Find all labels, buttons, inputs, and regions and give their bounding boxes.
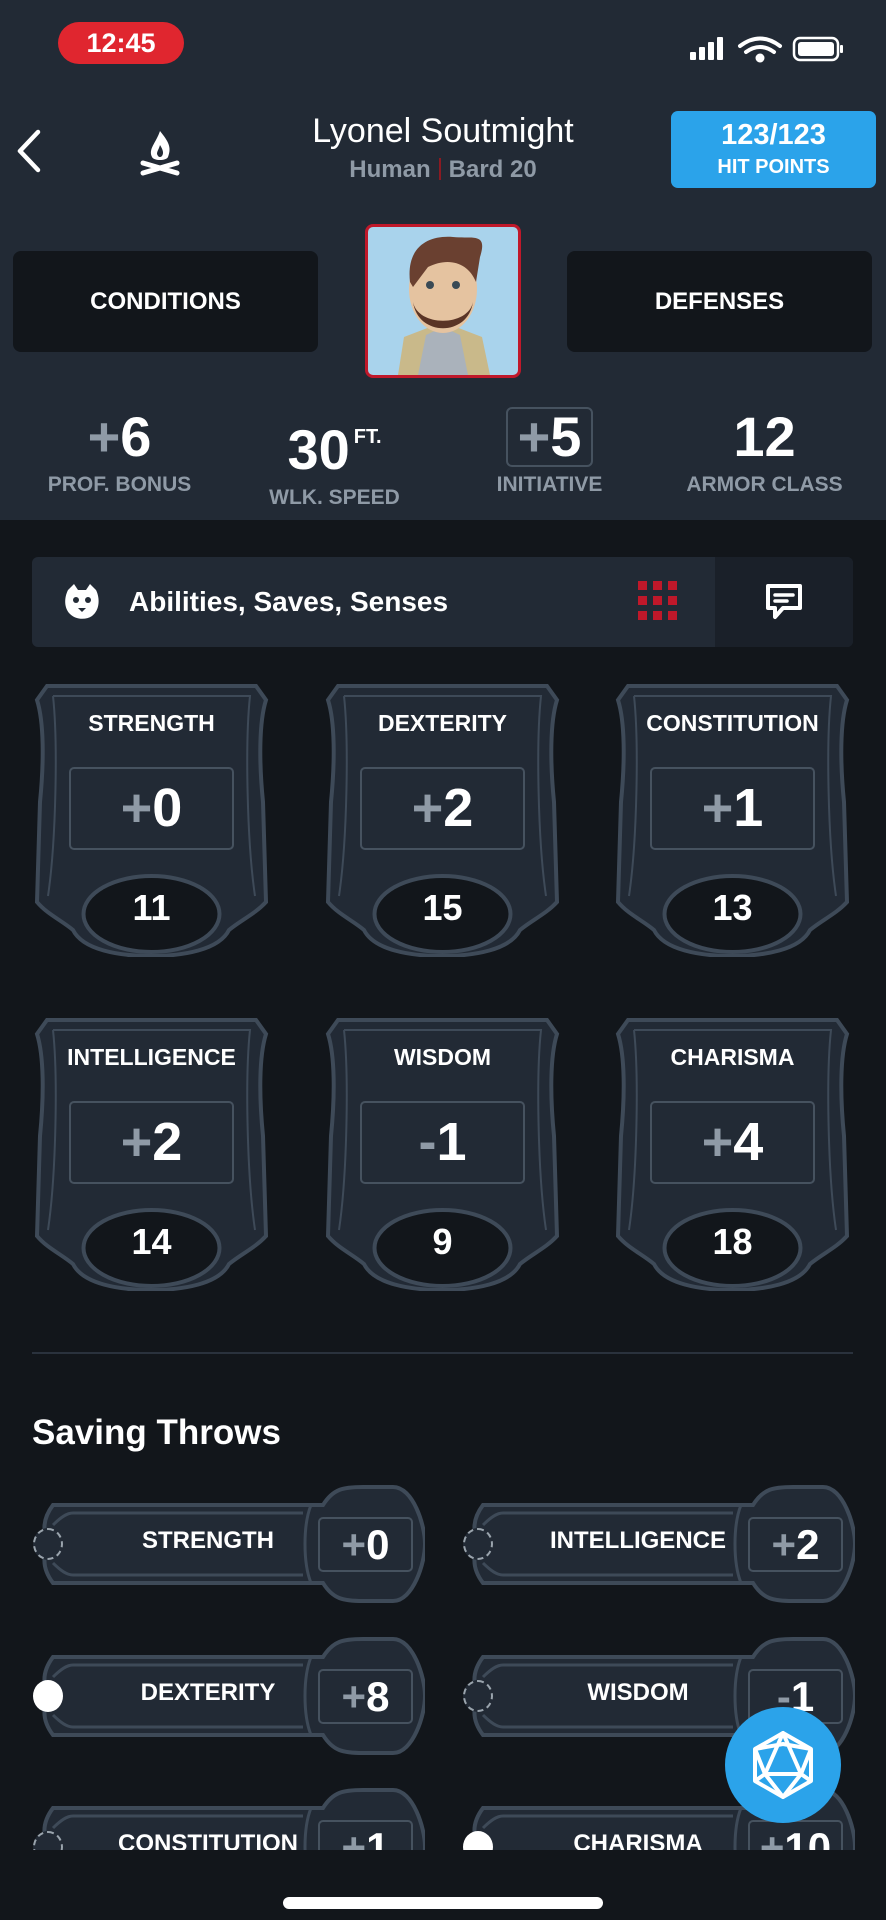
ability-card-charisma[interactable]: CHARISMA +4 18: [614, 1016, 851, 1291]
abilities-section-header[interactable]: Abilities, Saves, Senses: [32, 557, 853, 647]
character-portrait[interactable]: [365, 224, 521, 378]
ability-modifier: -1: [360, 1101, 525, 1184]
ability-card-strength[interactable]: STRENGTH +0 11: [33, 682, 270, 957]
ability-score: 14: [131, 1221, 172, 1262]
ability-modifier: +4: [650, 1101, 815, 1184]
hit-points-label: HIT POINTS: [717, 156, 830, 178]
stat-label: INITIATIVE: [496, 473, 603, 496]
class-level: Bard 20: [448, 156, 537, 183]
proficiency-indicator: [463, 1680, 493, 1712]
ability-card-dexterity[interactable]: DEXTERITY +2 15: [324, 682, 561, 957]
ability-card-constitution[interactable]: CONSTITUTION +1 13: [614, 682, 851, 957]
modifier-value: 1: [733, 778, 764, 838]
ability-score: 11: [132, 887, 171, 928]
ability-card-intelligence[interactable]: INTELLIGENCE +2 14: [33, 1016, 270, 1291]
modifier-sign: +: [120, 778, 153, 838]
status-icons: [690, 36, 843, 63]
owlbear-icon: [65, 584, 99, 619]
modifier-sign: +: [701, 1112, 734, 1172]
modifier-sign: +: [341, 1521, 367, 1568]
bottom-bar: [0, 1850, 886, 1920]
ability-name: DEXTERITY: [377, 710, 508, 736]
modifier-sign: +: [341, 1673, 367, 1720]
defenses-button[interactable]: DEFENSES: [567, 251, 872, 352]
ability-score: 15: [422, 887, 463, 928]
modifier-sign: -: [418, 1112, 437, 1172]
chat-button[interactable]: [715, 557, 853, 647]
save-name: STRENGTH: [142, 1527, 274, 1554]
wifi-icon: [738, 36, 782, 63]
saving-throw-dexterity[interactable]: DEXTERITY +8: [33, 1637, 425, 1755]
signal-icon: [690, 37, 723, 60]
d20-icon: [753, 1731, 813, 1799]
ability-name: WISDOM: [393, 1044, 492, 1070]
proficiency-indicator: [463, 1528, 493, 1560]
stat-label: WLK. SPEED: [269, 486, 400, 509]
ability-score: 18: [712, 1221, 753, 1262]
ability-card-wisdom[interactable]: WISDOM -1 9: [324, 1016, 561, 1291]
save-modifier: +8: [318, 1669, 413, 1724]
ability-modifier: +1: [650, 767, 815, 850]
stat-sign: +: [87, 405, 121, 468]
proficiency-indicator: [33, 1528, 63, 1560]
stat-value: 6: [120, 405, 152, 468]
saving-throw-strength[interactable]: STRENGTH +0: [33, 1485, 425, 1603]
home-indicator[interactable]: [283, 1897, 603, 1909]
modifier-sign: +: [411, 778, 444, 838]
race: Human: [349, 156, 431, 183]
modifier-sign: +: [771, 1521, 797, 1568]
modifier-value: 2: [152, 1112, 183, 1172]
modifier-value: 1: [436, 1112, 467, 1172]
save-name: DEXTERITY: [140, 1679, 276, 1706]
grid-view-icon[interactable]: [638, 581, 680, 623]
modifier-value: 0: [366, 1521, 390, 1568]
modifier-value: 0: [152, 778, 183, 838]
ability-score: 9: [432, 1221, 453, 1262]
proficiency-indicator: [33, 1680, 63, 1712]
modifier-sign: +: [701, 778, 734, 838]
save-modifier: +0: [318, 1517, 413, 1572]
status-time: 12:45: [58, 22, 184, 64]
section-divider: [32, 1352, 853, 1354]
stat-label: PROF. BONUS: [47, 473, 192, 496]
modifier-value: 4: [733, 1112, 764, 1172]
ability-modifier: +2: [69, 1101, 234, 1184]
dice-roller-button[interactable]: [725, 1707, 841, 1823]
saving-throws-title: Saving Throws: [32, 1413, 281, 1452]
ability-name: CONSTITUTION: [646, 710, 819, 736]
ability-modifier: +2: [360, 767, 525, 850]
section-title: Abilities, Saves, Senses: [129, 586, 449, 617]
ability-name: CHARISMA: [670, 1044, 795, 1070]
chat-bubble-icon: [766, 584, 802, 619]
modifier-sign: +: [120, 1112, 153, 1172]
stat-sign: +: [517, 405, 551, 468]
modifier-value: 2: [796, 1521, 820, 1568]
stat-value: 30: [287, 418, 350, 481]
ability-modifier: +0: [69, 767, 234, 850]
walking-speed-stat: 30 FT. WLK. SPEED: [227, 405, 442, 510]
save-modifier: +2: [748, 1517, 843, 1572]
ability-name: STRENGTH: [88, 710, 215, 736]
proficiency-bonus-stat: +6 PROF. BONUS: [12, 405, 227, 497]
stat-label: ARMOR CLASS: [686, 473, 843, 496]
initiative-box[interactable]: +5: [505, 405, 594, 468]
saving-throw-intelligence[interactable]: INTELLIGENCE +2: [463, 1485, 855, 1603]
save-name: WISDOM: [587, 1679, 689, 1706]
save-name: INTELLIGENCE: [549, 1527, 726, 1554]
modifier-value: 8: [366, 1673, 390, 1720]
hit-points-value: 123/123: [721, 119, 826, 151]
stat-value: 5: [550, 405, 582, 468]
modifier-value: 2: [443, 778, 474, 838]
stat-unit: FT.: [353, 426, 382, 448]
battery-icon: [792, 36, 843, 62]
divider: [438, 158, 441, 180]
armor-class-stat[interactable]: 12 ARMOR CLASS: [657, 405, 872, 497]
stat-value: 12: [733, 405, 796, 468]
initiative-stat[interactable]: +5 INITIATIVE: [442, 405, 657, 497]
conditions-button[interactable]: CONDITIONS: [13, 251, 318, 352]
hit-points-button[interactable]: 123/123 HIT POINTS: [671, 111, 876, 188]
ability-name: INTELLIGENCE: [67, 1044, 236, 1070]
ability-score: 13: [712, 887, 753, 928]
